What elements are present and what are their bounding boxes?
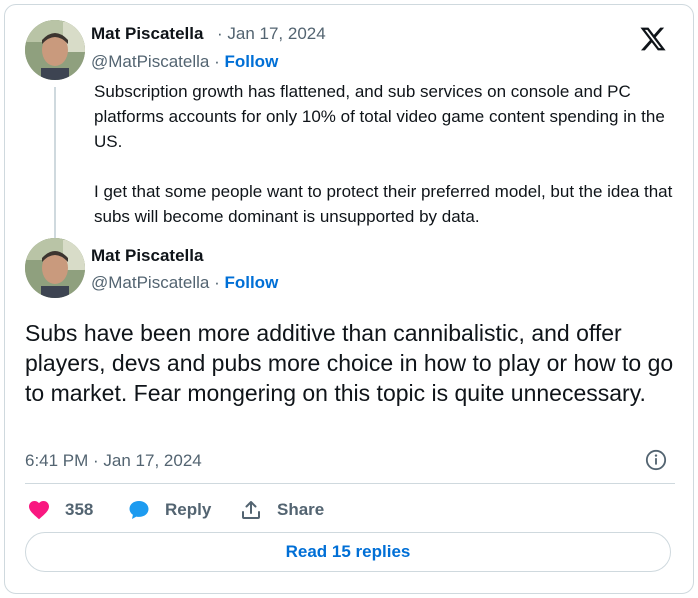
quoted-handle-row: @MatPiscatella · Follow	[91, 52, 278, 72]
quoted-follow-button[interactable]: Follow	[224, 52, 278, 71]
tweet-text: Subs have been more additive than cannib…	[25, 320, 674, 406]
divider	[25, 483, 675, 484]
author-handle[interactable]: @MatPiscatella	[91, 273, 209, 292]
separator: ·	[209, 273, 225, 292]
like-count: 358	[65, 500, 94, 519]
quoted-tweet-text: Subscription growth has flattened, and s…	[94, 79, 679, 229]
x-logo-icon[interactable]	[639, 25, 667, 53]
quoted-paragraph: Subscription growth has flattened, and s…	[94, 82, 665, 151]
share-icon	[242, 501, 260, 519]
share-button[interactable]: Share	[239, 495, 324, 525]
avatar[interactable]	[25, 238, 85, 298]
embedded-tweet-card: Mat Piscatella · Jan 17, 2024 @MatPiscat…	[4, 4, 694, 594]
tweet-timestamp[interactable]: 6:41 PM · Jan 17, 2024	[25, 451, 202, 471]
author-name[interactable]: Mat Piscatella	[91, 246, 203, 266]
info-icon[interactable]	[645, 449, 667, 471]
heart-icon	[29, 501, 49, 520]
quoted-tweet-date[interactable]: · Jan 17, 2024	[217, 24, 326, 44]
reply-bubble-icon	[129, 501, 149, 519]
read-replies-button[interactable]: Read 15 replies	[25, 532, 671, 572]
reply-button[interactable]: Reply	[127, 495, 211, 525]
reply-label: Reply	[165, 500, 212, 519]
handle-row: @MatPiscatella · Follow	[91, 273, 278, 293]
follow-button[interactable]: Follow	[224, 273, 278, 292]
like-button[interactable]: 358	[27, 495, 93, 525]
thread-connector-line	[54, 87, 56, 239]
quoted-handle[interactable]: @MatPiscatella	[91, 52, 209, 71]
share-label: Share	[277, 500, 325, 519]
quoted-paragraph: I get that some people want to protect t…	[94, 182, 673, 226]
separator: ·	[209, 52, 225, 71]
quoted-author-name[interactable]: Mat Piscatella	[91, 24, 203, 44]
avatar[interactable]	[25, 20, 85, 80]
